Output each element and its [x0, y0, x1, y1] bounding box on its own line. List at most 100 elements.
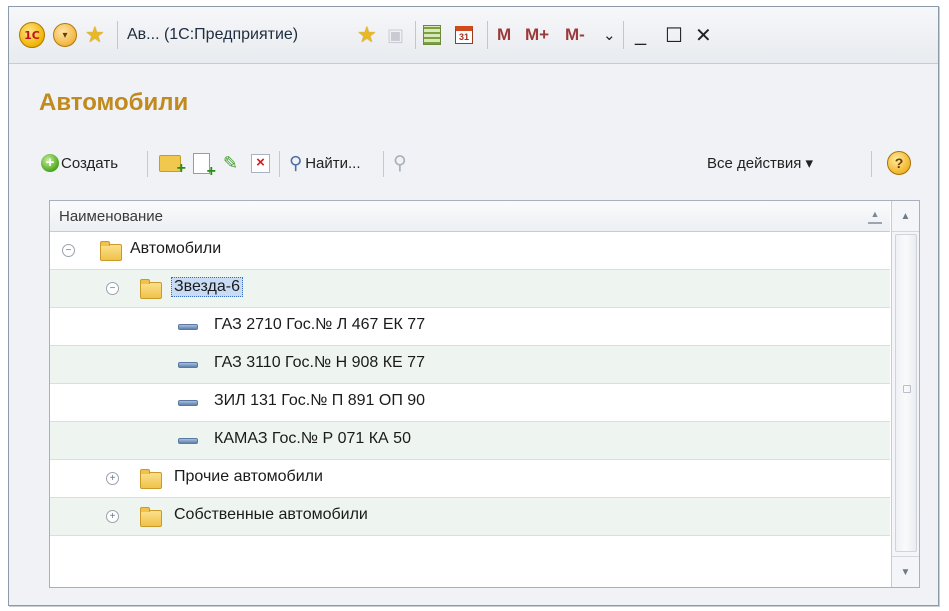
- main-menu-button[interactable]: ▾: [53, 22, 77, 48]
- collapse-icon[interactable]: −: [106, 282, 119, 295]
- find-button[interactable]: ⚲ Найти...: [289, 147, 361, 179]
- add-favorite-icon: ★: [357, 22, 377, 47]
- 1c-logo-icon[interactable]: 1С: [19, 22, 45, 48]
- create-folder-button[interactable]: [159, 147, 186, 179]
- toolbar-separator: [383, 151, 384, 177]
- table-row[interactable]: ГАЗ 2710 Гос.№ Л 467 ЕК 77: [50, 308, 890, 346]
- chevron-down-icon: ⌄: [603, 27, 616, 44]
- row-label: Прочие автомобили: [174, 468, 323, 485]
- create-button[interactable]: + Создать: [41, 147, 118, 179]
- folder-icon: [140, 279, 162, 299]
- title-separator: [415, 21, 416, 49]
- cancel-search-icon: ⚲: [393, 152, 407, 174]
- table-row[interactable]: − Звезда-6: [50, 270, 890, 308]
- close-icon: ✕: [695, 24, 712, 47]
- minimize-button[interactable]: _: [635, 22, 646, 48]
- plus-circle-icon: +: [41, 154, 59, 172]
- calendar-icon: 31: [455, 26, 473, 44]
- title-separator: [623, 21, 624, 49]
- minimize-icon: _: [635, 23, 647, 46]
- copy-document-icon: [193, 152, 216, 181]
- scrollbar-grip-icon: [903, 385, 911, 393]
- scroll-down-button[interactable]: ▼: [892, 556, 919, 587]
- title-separator: [487, 21, 488, 49]
- memory-minus-button[interactable]: M-: [565, 22, 585, 48]
- table-row[interactable]: + Прочие автомобили: [50, 460, 890, 498]
- table-body: − Автомобили − Звезда-6 ГАЗ 2710 Гос.№ Л…: [50, 232, 890, 536]
- menu-arrow-icon: ▾: [53, 23, 77, 47]
- calculator-button[interactable]: [423, 22, 441, 48]
- delete-icon: ×: [251, 153, 270, 173]
- row-label: Звезда-6: [171, 277, 243, 297]
- maximize-button[interactable]: ☐: [665, 22, 683, 48]
- folder-icon: [140, 507, 162, 527]
- history-icon: ▣: [387, 24, 405, 45]
- calculator-icon: [423, 25, 441, 45]
- help-button[interactable]: ?: [887, 147, 911, 179]
- calendar-button[interactable]: 31: [455, 22, 473, 48]
- scrollbar-thumb[interactable]: [895, 234, 917, 552]
- table-row[interactable]: ЗИЛ 131 Гос.№ П 891 ОП 90: [50, 384, 890, 422]
- memory-minus-label: M-: [565, 25, 585, 44]
- title-bar: 1С ▾ ★ Ав... (1С:Предприятие) ★ ▣ 31 M M: [9, 7, 938, 64]
- window-title-area: Ав... (1С:Предприятие): [127, 22, 298, 48]
- app-window: 1С ▾ ★ Ав... (1С:Предприятие) ★ ▣ 31 M M: [8, 6, 939, 606]
- cancel-search-button[interactable]: ⚲: [393, 147, 407, 179]
- find-button-label: Найти...: [305, 154, 361, 172]
- table-row[interactable]: КАМАЗ Гос.№ Р 071 КА 50: [50, 422, 890, 460]
- favorites-star-icon: ★: [85, 22, 105, 47]
- pencil-icon: ✎: [223, 152, 239, 173]
- search-icon: ⚲: [289, 152, 303, 173]
- column-header-name[interactable]: Наименование: [50, 208, 163, 225]
- all-actions-label: Все действия ▾: [707, 155, 814, 172]
- titlebar-dropdown-button[interactable]: ⌄: [603, 22, 616, 48]
- command-bar: + Создать ✎ × ⚲ Найти... ⚲ Все действия …: [9, 147, 938, 181]
- table-header: Наименование ▲: [50, 201, 890, 232]
- window-title: Ав... (1С:Предприятие): [127, 26, 299, 43]
- toolbar-separator: [871, 151, 872, 177]
- all-actions-menu[interactable]: Все действия ▾: [707, 147, 813, 179]
- row-label: Автомобили: [130, 240, 222, 257]
- catalog-item-icon: [178, 400, 198, 406]
- row-label: ГАЗ 2710 Гос.№ Л 467 ЕК 77: [214, 316, 426, 333]
- catalog-item-icon: [178, 438, 198, 444]
- table-row[interactable]: − Автомобили: [50, 232, 890, 270]
- table-row[interactable]: ГАЗ 3110 Гос.№ Н 908 КЕ 77: [50, 346, 890, 384]
- close-button[interactable]: ✕: [695, 22, 712, 48]
- toolbar-separator: [147, 151, 148, 177]
- catalog-tree-table[interactable]: Наименование ▲ − Автомобили − Звезда-6 Г…: [49, 200, 920, 588]
- row-label: ГАЗ 3110 Гос.№ Н 908 КЕ 77: [214, 354, 425, 371]
- collapse-icon[interactable]: −: [62, 244, 75, 257]
- title-separator: [117, 21, 118, 49]
- copy-button[interactable]: [193, 147, 216, 181]
- row-label: ЗИЛ 131 Гос.№ П 891 ОП 90: [214, 392, 426, 409]
- history-button[interactable]: ▣: [387, 22, 404, 48]
- row-label: Собственные автомобили: [174, 506, 368, 523]
- catalog-item-icon: [178, 324, 198, 330]
- catalog-item-icon: [178, 362, 198, 368]
- delete-button[interactable]: ×: [251, 147, 270, 179]
- expand-icon[interactable]: +: [106, 510, 119, 523]
- memory-plus-button[interactable]: M+: [525, 22, 549, 48]
- folder-icon: [100, 241, 122, 261]
- table-row[interactable]: + Собственные автомобили: [50, 498, 890, 536]
- expand-icon[interactable]: +: [106, 472, 119, 485]
- row-label: КАМАЗ Гос.№ Р 071 КА 50: [214, 430, 411, 447]
- edit-button[interactable]: ✎: [223, 147, 238, 179]
- help-icon: ?: [887, 151, 911, 175]
- memory-plus-label: M+: [525, 25, 550, 44]
- favorites-button[interactable]: ★: [85, 22, 105, 48]
- add-to-favorites-button[interactable]: ★: [357, 22, 377, 48]
- folder-icon: [140, 469, 162, 489]
- scroll-up-button[interactable]: ▲: [892, 201, 919, 232]
- toolbar-separator: [279, 151, 280, 177]
- vertical-scrollbar[interactable]: ▲ ▼: [891, 201, 919, 587]
- sort-icon[interactable]: ▲: [868, 210, 882, 224]
- folder-add-icon: [159, 154, 186, 178]
- page-title: Автомобили: [39, 89, 189, 116]
- memory-m-label: M: [497, 25, 512, 44]
- maximize-icon: ☐: [665, 24, 683, 47]
- 1c-logo-text: 1С: [19, 22, 45, 48]
- create-button-label: Создать: [61, 154, 119, 172]
- memory-m-button[interactable]: M: [497, 22, 511, 48]
